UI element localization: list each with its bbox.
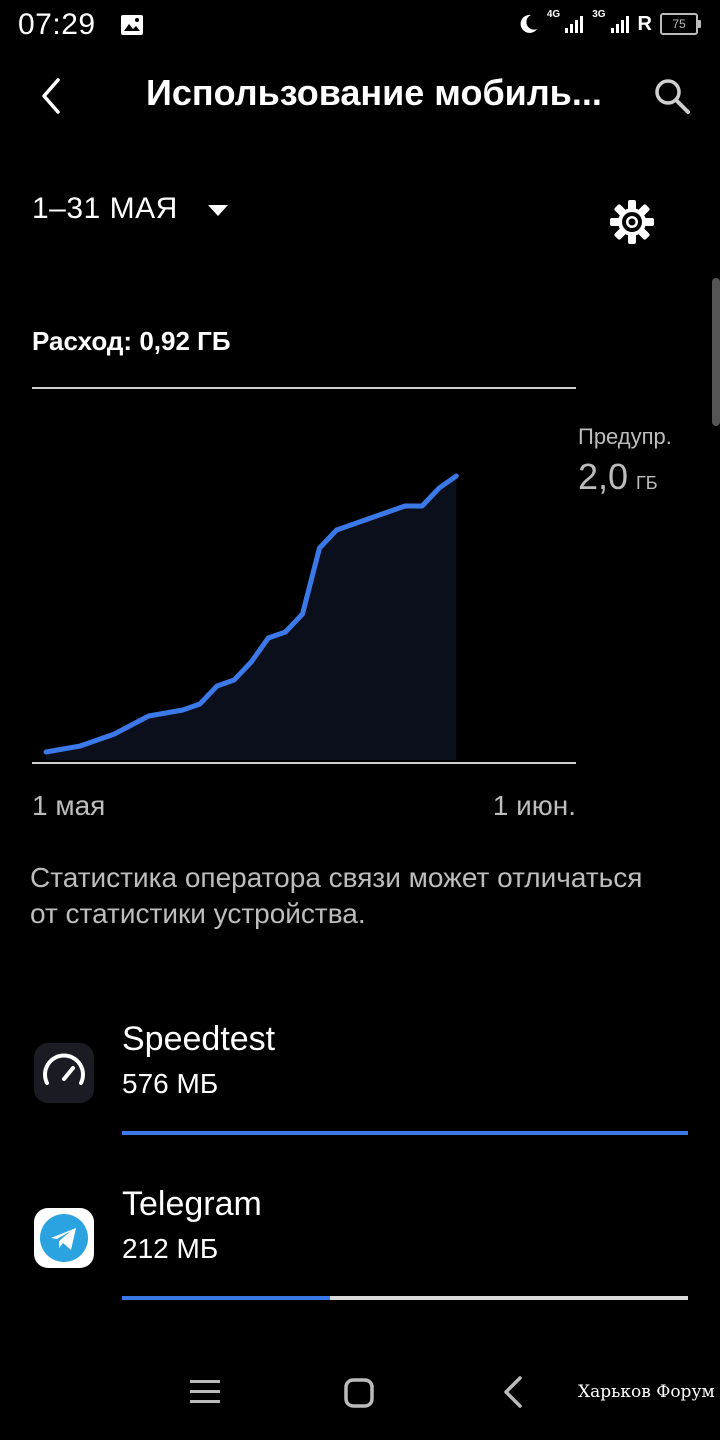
home-icon[interactable] bbox=[344, 1378, 374, 1408]
watermark: Харьков Форум bbox=[578, 1382, 715, 1402]
gear-icon[interactable] bbox=[608, 198, 656, 246]
app-size: 576 МБ bbox=[122, 1068, 219, 1099]
app-row-speedtest[interactable]: Speedtest 576 МБ bbox=[0, 1010, 720, 1170]
warning-unit: ГБ bbox=[636, 473, 658, 493]
app-usage-fill bbox=[122, 1131, 688, 1135]
back-arrow-icon[interactable] bbox=[36, 72, 68, 120]
telegram-icon bbox=[34, 1208, 94, 1268]
app-size: 212 МБ bbox=[122, 1233, 219, 1264]
dropdown-arrow-icon bbox=[207, 204, 228, 216]
warning-label: Предупр. bbox=[578, 424, 672, 449]
app-usage-fill bbox=[122, 1296, 331, 1300]
axis-end-label: 1 июн. bbox=[492, 790, 576, 821]
nav-back-icon[interactable] bbox=[500, 1374, 526, 1410]
scrollbar[interactable] bbox=[712, 278, 720, 426]
warning-amount: 2,0 bbox=[578, 456, 629, 497]
period-selector[interactable]: 1–31 МАЯ bbox=[32, 192, 228, 226]
battery-icon: 75 bbox=[660, 13, 701, 35]
usage-area bbox=[46, 476, 457, 760]
carrier-note: Статистика оператора связи может отличат… bbox=[30, 862, 643, 929]
app-name: Telegram bbox=[122, 1185, 262, 1223]
chart-baseline bbox=[32, 762, 576, 764]
page-title: Использование мобиль... bbox=[146, 72, 602, 113]
period-label: 1–31 МАЯ bbox=[32, 192, 178, 225]
usage-total: Расход: 0,92 ГБ bbox=[32, 326, 231, 356]
signal-icon bbox=[565, 16, 584, 33]
usage-chart bbox=[43, 473, 459, 760]
recent-apps-icon[interactable] bbox=[190, 1378, 220, 1406]
signal-icon bbox=[610, 16, 629, 33]
search-icon[interactable] bbox=[650, 74, 694, 118]
app-name: Speedtest bbox=[122, 1020, 276, 1058]
status-time: 07:29 bbox=[18, 8, 96, 41]
signal1-label: 4G bbox=[546, 9, 561, 20]
limit-line bbox=[32, 387, 576, 389]
night-mode-icon bbox=[520, 14, 537, 33]
gallery-icon bbox=[121, 15, 143, 35]
speedtest-icon bbox=[34, 1043, 94, 1103]
axis-start-label: 1 мая bbox=[32, 790, 106, 821]
app-row-telegram[interactable]: Telegram 212 МБ bbox=[0, 1175, 720, 1335]
signal2-label: 3G bbox=[592, 9, 606, 20]
status-icons: 4G 3G R 75 bbox=[517, 9, 701, 38]
warning-value: 2,0 ГБ bbox=[578, 456, 658, 498]
roaming-indicator: R bbox=[637, 12, 652, 35]
app-usage-bar bbox=[122, 1131, 688, 1135]
app-usage-bar bbox=[122, 1296, 688, 1300]
